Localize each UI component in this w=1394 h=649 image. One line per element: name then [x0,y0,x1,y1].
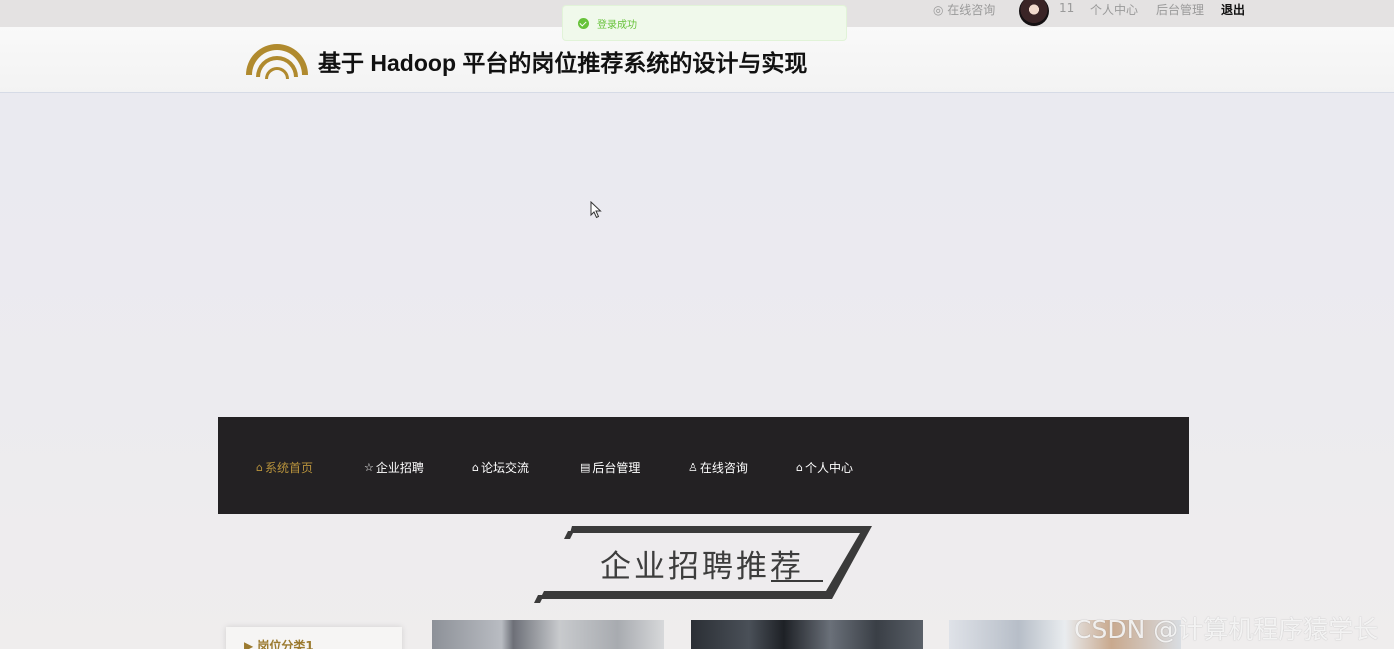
avatar[interactable] [1019,0,1049,26]
site-title: 基于 Hadoop 平台的岗位推荐系统的设计与实现 [318,50,808,76]
consult-icon: ◎ [933,3,948,17]
nav-label: 企业招聘 [375,461,424,475]
user-icon: ♙ [688,461,698,474]
home-icon: ⌂ [256,461,263,474]
nav-item-admin[interactable]: ▤ 后台管理 [580,459,640,476]
main-nav: ⌂ 系统首页 ☆ 企业招聘 ⌂ 论坛交流 ▤ 后台管理 ♙ 在线咨询 ⌂ 个人中… [218,417,1189,514]
toast-message: 登录成功 [597,19,637,31]
job-card-image[interactable] [691,620,923,649]
nav-item-personal[interactable]: ⌂ 个人中心 [796,459,853,476]
nav-label: 后台管理 [592,461,641,475]
category-item[interactable]: ▶ 岗位分类1 [226,627,402,649]
mouse-cursor-icon [590,201,602,219]
star-icon: ☆ [364,461,374,474]
nav-item-consult[interactable]: ♙ 在线咨询 [688,459,748,476]
logo-icon[interactable] [244,39,310,79]
nav-label: 系统首页 [264,461,313,475]
logout-link[interactable]: 退出 [1221,1,1245,18]
nav-item-home[interactable]: ⌂ 系统首页 [256,459,313,476]
username: 11 [1059,1,1075,15]
triangle-right-icon: ▶ [244,639,258,649]
section-heading: 企业招聘推荐 [534,523,874,605]
online-consult-link[interactable]: ◎ 在线咨询 [933,1,995,18]
list-icon: ▤ [580,461,591,474]
home-icon: ⌂ [796,461,803,474]
nav-label: 论坛交流 [480,461,529,475]
success-toast: 登录成功 [562,5,847,41]
job-card-image[interactable] [432,620,664,649]
personal-center-link[interactable]: 个人中心 [1090,1,1138,18]
section-title: 企业招聘推荐 [600,549,804,584]
check-circle-icon [578,17,589,29]
bag-icon: ⌂ [472,461,479,474]
category-label: ▶ 岗位分类1 [244,637,314,649]
category-text: 岗位分类1 [257,639,314,649]
admin-link[interactable]: 后台管理 [1156,1,1204,18]
online-consult-label: 在线咨询 [947,3,996,17]
nav-label: 个人中心 [804,461,853,475]
watermark: CSDN @计算机程序猿学长 [1074,615,1379,644]
nav-item-forum[interactable]: ⌂ 论坛交流 [472,459,529,476]
nav-label: 在线咨询 [699,461,748,475]
nav-item-recruitment[interactable]: ☆ 企业招聘 [364,459,424,476]
